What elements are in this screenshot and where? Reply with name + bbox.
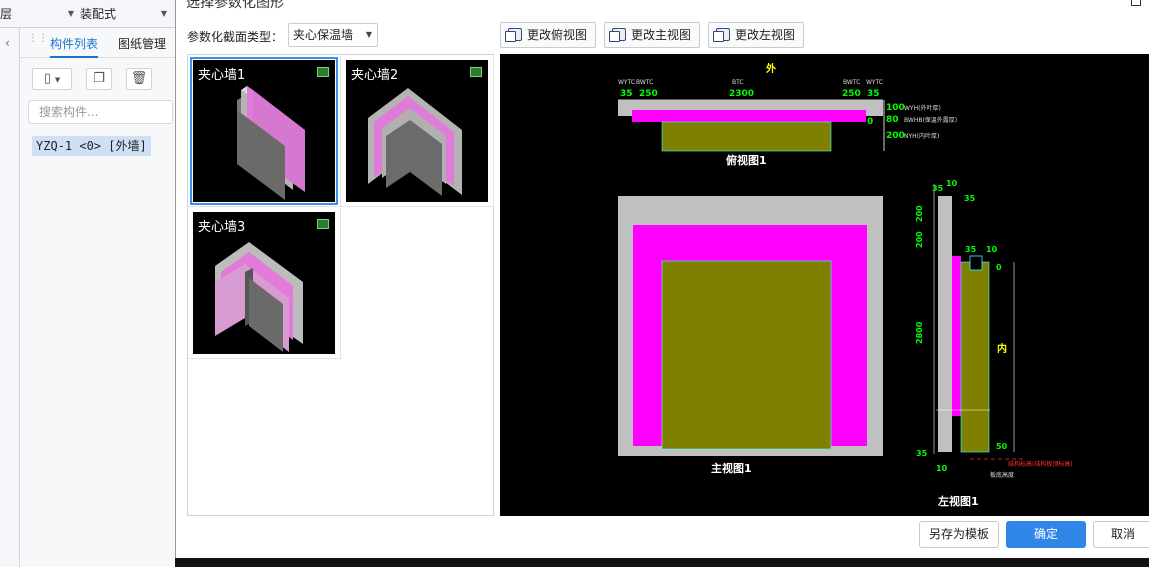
side-dim: 200 bbox=[886, 131, 905, 141]
drag-handle-icon[interactable]: ⋮⋮ bbox=[28, 34, 48, 44]
inner-label: 内 bbox=[997, 342, 1007, 355]
change-left-view-button[interactable]: 更改左视图 bbox=[708, 22, 805, 48]
dim-value: 35 bbox=[932, 184, 944, 193]
delete-icon: 🗑 bbox=[130, 71, 148, 86]
category-select-value: 装配式 bbox=[80, 7, 117, 21]
dim-value: 0 bbox=[996, 263, 1002, 272]
dim-code: BTC bbox=[732, 79, 744, 86]
outer-label: 外 bbox=[765, 62, 776, 75]
delete-button[interactable]: 🗑 bbox=[126, 68, 152, 90]
category-select[interactable]: 装配式 ▼ bbox=[80, 4, 175, 24]
section-type-label: 参数化截面类型： bbox=[187, 30, 284, 44]
chevron-down-icon: ▼ bbox=[54, 76, 61, 84]
top-view: 外 WYTC BWTC BTC BWTC WYTC 35 250 2300 25… bbox=[618, 62, 957, 167]
side-code: WYH(外叶厚) bbox=[904, 104, 941, 112]
dim-code: BWTC bbox=[843, 79, 860, 86]
copy-button[interactable]: ❐ bbox=[86, 68, 112, 90]
panel-tabs: ⋮⋮ 构件列表 图纸管理 bbox=[20, 28, 175, 58]
collapse-icon[interactable]: ‹ bbox=[5, 36, 10, 50]
side-code: NYH(内叶厚) bbox=[904, 132, 939, 140]
cad-drawing: 外 WYTC BWTC BTC BWTC WYTC 35 250 2300 25… bbox=[618, 62, 1073, 508]
canvas-strip bbox=[175, 558, 1149, 567]
dim-code: BWTC bbox=[636, 79, 653, 86]
component-panel: ⋮⋮ 构件列表 图纸管理 ▯ ▼ ❐ 🗑 搜索构件... YZQ-1 <0> [外… bbox=[20, 28, 175, 567]
copy-icon: ❐ bbox=[93, 71, 105, 86]
side-dim: 100 bbox=[886, 103, 905, 113]
side-dim: 0 bbox=[867, 117, 873, 127]
thumbnail-sandwich-wall-2[interactable]: 夹心墙2 bbox=[346, 60, 488, 202]
cancel-button[interactable]: 取消 bbox=[1093, 521, 1149, 548]
chevron-down-icon: ▼ bbox=[365, 30, 372, 39]
save-as-template-button[interactable]: 另存为模板 bbox=[919, 521, 999, 548]
view-caption: 主视图1 bbox=[711, 461, 752, 475]
monitor-icon bbox=[317, 219, 329, 229]
floor-select-value: 层 bbox=[0, 7, 13, 21]
tab-component-list[interactable]: 构件列表 bbox=[50, 35, 99, 58]
thumbnail-cell: 夹心墙2 bbox=[341, 55, 494, 207]
list-item[interactable]: YZQ-1 <0> [外墙] bbox=[32, 136, 151, 156]
dim-value: 250 bbox=[639, 89, 658, 99]
change-top-view-button[interactable]: 更改俯视图 bbox=[500, 22, 597, 48]
monitor-icon bbox=[317, 67, 329, 77]
chevron-down-icon: ▼ bbox=[67, 9, 74, 18]
dim-value: 35 bbox=[620, 89, 633, 99]
dim-value: 10 bbox=[936, 464, 948, 473]
ok-button[interactable]: 确定 bbox=[1006, 521, 1086, 548]
dim-value: 200 bbox=[915, 231, 924, 248]
dim-value: 250 bbox=[842, 89, 861, 99]
dim-code: WYTC bbox=[618, 79, 635, 86]
dim-value: 35 bbox=[867, 89, 880, 99]
front-view: 主视图1 bbox=[618, 196, 883, 475]
side-code: BWHB(保温外露厚) bbox=[904, 116, 957, 124]
tab-drawing-management[interactable]: 图纸管理 bbox=[118, 35, 166, 52]
thumbnail-cell: 夹心墙3 bbox=[188, 207, 341, 359]
new-component-button[interactable]: ▯ ▼ bbox=[32, 68, 72, 90]
thumbnail-sandwich-wall-1[interactable]: 夹心墙1 bbox=[190, 57, 338, 205]
dim-value: 2800 bbox=[915, 321, 924, 344]
dim-code: WYTC bbox=[866, 79, 883, 86]
monitor-icon bbox=[470, 67, 482, 77]
dim-value: 200 bbox=[915, 205, 924, 222]
thumbnail-sandwich-wall-3[interactable]: 夹心墙3 bbox=[193, 212, 335, 354]
change-front-view-label: 更改主视图 bbox=[631, 28, 692, 42]
thumbnail-cell: 夹心墙1 bbox=[188, 55, 341, 207]
thumbnail-grid: 夹心墙1 夹心墙2 夹心墙3 bbox=[187, 54, 494, 516]
dim-value: 35 bbox=[916, 449, 928, 458]
floor-select[interactable]: 层 ▼ bbox=[0, 4, 76, 24]
left-rail: ‹ bbox=[0, 28, 20, 567]
view-caption: 左视图1 bbox=[937, 494, 979, 508]
section-preview: 外 WYTC BWTC BTC BWTC WYTC 35 250 2300 25… bbox=[500, 54, 1149, 516]
top-toolbar: 层 ▼ 装配式 ▼ bbox=[0, 0, 175, 28]
slab-bottom-note: 板底高度 bbox=[990, 471, 1014, 479]
structure-level-note: 结构标高(结构板顶标高) bbox=[1008, 460, 1073, 468]
side-dim: 80 bbox=[886, 115, 899, 125]
dim-value: 35 bbox=[965, 245, 977, 254]
chevron-down-icon: ▼ bbox=[160, 9, 167, 18]
change-left-view-label: 更改左视图 bbox=[735, 28, 796, 42]
dim-value: 10 bbox=[946, 179, 958, 188]
section-type-select[interactable]: 夹心保温墙 ▼ bbox=[288, 23, 378, 47]
left-view: 10 35 35 10 35 0 200 200 240 2800 内 50 3… bbox=[915, 179, 1073, 508]
view-box-icon bbox=[609, 28, 626, 42]
view-box-icon bbox=[713, 28, 730, 42]
search-input[interactable]: 搜索构件... bbox=[28, 100, 173, 124]
parametric-shape-dialog: 选择参数化图形 参数化截面类型： 夹心保温墙 ▼ 更改俯视图 更改主视图 更改左… bbox=[175, 0, 1149, 558]
section-type-value: 夹心保温墙 bbox=[293, 28, 354, 42]
thumbnail-label: 夹心墙1 bbox=[198, 68, 246, 83]
new-file-icon: ▯ bbox=[43, 71, 51, 86]
thumbnail-label: 夹心墙3 bbox=[198, 220, 246, 235]
dim-value: 50 bbox=[996, 442, 1008, 451]
dialog-title: 选择参数化图形 bbox=[186, 0, 284, 11]
thumbnail-label: 夹心墙2 bbox=[351, 68, 399, 83]
dim-value: 35 bbox=[964, 194, 976, 203]
change-front-view-button[interactable]: 更改主视图 bbox=[604, 22, 701, 48]
dim-value: 2300 bbox=[729, 89, 754, 99]
maximize-icon[interactable] bbox=[1131, 0, 1141, 6]
dim-value: 10 bbox=[986, 245, 998, 254]
view-box-icon bbox=[505, 28, 522, 42]
view-caption: 俯视图1 bbox=[726, 153, 767, 167]
change-top-view-label: 更改俯视图 bbox=[527, 28, 588, 42]
